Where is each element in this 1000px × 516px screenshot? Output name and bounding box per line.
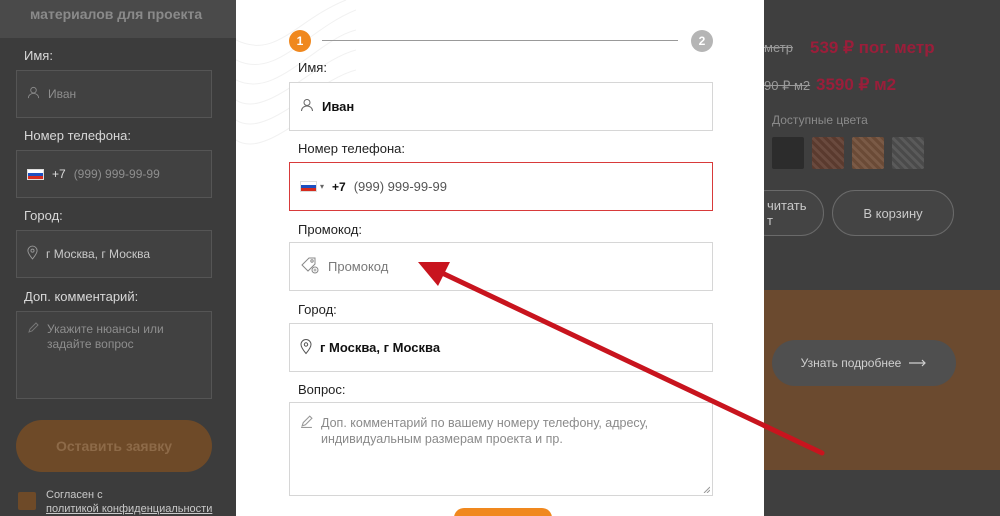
bg-comment-textarea[interactable]: Укажите нюансы или задайте вопрос (16, 311, 212, 399)
phone-placeholder: (999) 999-99-99 (353, 179, 447, 194)
bg-more-button[interactable]: Узнать подробнее (772, 340, 956, 386)
question-placeholder-1: Доп. комментарий по вашему номеру телефо… (321, 416, 649, 430)
bg-agree-line1: Согласен с (46, 489, 103, 501)
background-product-panel: метр 539 ₽ пог. метр 90 ₽ м2 3590 ₽ м2 Д… (744, 0, 1000, 516)
bg-old-price-2: 90 ₽ м2 (764, 78, 811, 93)
next-step-button[interactable] (454, 508, 552, 516)
bg-calc-label-2: т (767, 213, 773, 228)
bg-name-input[interactable]: Иван (16, 70, 212, 118)
bg-cart-button[interactable]: В корзину (832, 190, 954, 236)
promo-placeholder: Промокод (328, 259, 389, 274)
location-pin-icon (300, 338, 312, 358)
background-form-title: материалов для проекта (0, 0, 236, 38)
bg-new-price-2: 3590 ₽ м2 (816, 75, 897, 94)
name-input[interactable]: Иван (289, 82, 713, 131)
resize-handle-icon[interactable] (702, 485, 710, 493)
step-2-indicator: 2 (691, 30, 713, 52)
bg-phone-placeholder: (999) 999-99-99 (73, 167, 160, 181)
bg-phone-input[interactable]: +7 (999) 999-99-99 (16, 150, 212, 198)
user-icon (27, 86, 40, 102)
bg-name-label: Имя: (24, 48, 53, 63)
bg-comment-placeholder-1: Укажите нюансы или (47, 322, 164, 336)
bg-comment-label: Доп. комментарий: (24, 289, 139, 304)
bg-submit-button[interactable]: Оставить заявку (16, 420, 212, 472)
question-placeholder-2: индивидуальным размерам проекта и пр. (321, 432, 563, 446)
location-pin-icon (27, 245, 38, 263)
bg-calc-label-1: читать (767, 198, 807, 213)
bg-agree-checkbox[interactable] (18, 492, 36, 510)
promo-label: Промокод: (298, 222, 362, 237)
background-form-panel: материалов для проекта Имя: Иван Номер т… (0, 0, 236, 516)
step-progress-line (322, 40, 678, 41)
chevron-down-icon[interactable]: ▾ (320, 182, 324, 191)
bg-city-value: г Москва, г Москва (46, 247, 151, 261)
bg-privacy-link[interactable]: политикой конфиденциальности (46, 503, 212, 515)
color-swatch[interactable] (772, 137, 804, 169)
pencil-icon (300, 415, 313, 495)
bg-agree-text: Согласен с политикой конфиденциальности (46, 488, 212, 516)
question-textarea[interactable]: Доп. комментарий по вашему номеру телефо… (289, 402, 713, 496)
color-swatch[interactable] (892, 137, 924, 169)
bg-city-input[interactable]: г Москва, г Москва (16, 230, 212, 278)
phone-code: +7 (332, 179, 346, 194)
promo-input[interactable]: Промокод (289, 242, 713, 291)
bg-name-placeholder: Иван (48, 87, 77, 101)
flag-ru-icon[interactable] (300, 181, 317, 192)
bg-comment-placeholder-2: задайте вопрос (47, 337, 134, 351)
order-modal: 1 2 Имя: Иван Номер телефона: ▾ +7 (999)… (236, 0, 764, 516)
bg-city-label: Город: (24, 208, 63, 223)
bg-phone-code: +7 (52, 167, 66, 181)
color-swatch[interactable] (852, 137, 884, 169)
bg-new-price-1: 539 ₽ пог. метр (810, 38, 935, 57)
city-label: Город: (298, 302, 337, 317)
bg-old-price-1: метр (764, 40, 793, 55)
city-input[interactable]: г Москва, г Москва (289, 323, 713, 372)
user-icon (300, 98, 314, 115)
arrow-right-icon (909, 356, 927, 370)
flag-ru-icon (27, 168, 44, 180)
color-swatch[interactable] (812, 137, 844, 169)
city-value: г Москва, г Москва (320, 340, 441, 355)
pencil-icon (27, 322, 39, 337)
bg-colors-label: Доступные цвета (772, 113, 868, 127)
step-1-indicator: 1 (289, 30, 311, 52)
phone-input[interactable]: ▾ +7 (999) 999-99-99 (289, 162, 713, 211)
phone-label: Номер телефона: (298, 141, 405, 156)
bg-phone-label: Номер телефона: (24, 128, 131, 143)
bg-more-label: Узнать подробнее (800, 356, 902, 370)
tag-icon (300, 256, 320, 277)
name-value: Иван (322, 99, 355, 114)
name-label: Имя: (298, 60, 327, 75)
question-label: Вопрос: (298, 382, 346, 397)
